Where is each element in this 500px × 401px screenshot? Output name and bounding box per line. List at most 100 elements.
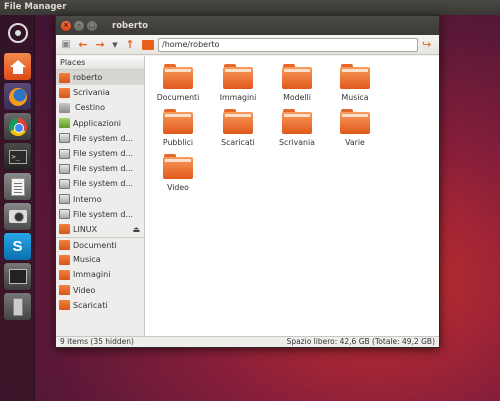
sidebar-item[interactable]: Scrivania bbox=[56, 85, 144, 100]
text-editor-icon bbox=[10, 177, 25, 196]
new-window-icon[interactable]: ▣ bbox=[59, 38, 73, 52]
sidebar-item-label: Cestino bbox=[75, 103, 105, 113]
maximize-button[interactable]: □ bbox=[87, 20, 97, 31]
sidebar-item-label: File system d... bbox=[73, 148, 134, 158]
folder-item[interactable]: Scrivania bbox=[267, 109, 327, 147]
drive-icon bbox=[59, 148, 70, 159]
launcher-camera[interactable] bbox=[4, 203, 31, 230]
places-sidebar: Places roberto Scrivania Cestino Applicazio… bbox=[56, 56, 145, 338]
drive-icon bbox=[59, 209, 70, 220]
back-arrow-icon[interactable]: ← bbox=[76, 38, 90, 52]
folder-icon bbox=[340, 64, 370, 89]
folder-item[interactable]: Scaricati bbox=[208, 109, 268, 147]
sidebar-item[interactable]: File system d... bbox=[56, 131, 144, 146]
folder-icon bbox=[59, 285, 70, 296]
folder-label: Musica bbox=[341, 93, 369, 102]
folder-icon bbox=[282, 109, 312, 134]
sidebar-item[interactable]: File system d... bbox=[56, 207, 144, 222]
go-arrow-icon[interactable]: ↪ bbox=[422, 38, 431, 51]
path-input[interactable]: /home/roberto bbox=[158, 37, 418, 52]
sidebar-item[interactable]: Interno bbox=[56, 192, 144, 207]
folder-label: Documenti bbox=[156, 93, 200, 102]
folder-item[interactable]: Documenti bbox=[148, 64, 208, 102]
sidebar-item-label: Immagini bbox=[73, 270, 111, 280]
toolbar: ▣ ← → ▼ ↑ /home/roberto ↪ bbox=[56, 35, 439, 55]
firefox-icon bbox=[8, 87, 27, 106]
folder-icon bbox=[282, 64, 312, 89]
sidebar-item-label: LINUX bbox=[73, 224, 98, 234]
drive-icon bbox=[59, 178, 70, 189]
folder-label: Varie bbox=[345, 138, 365, 147]
home-icon bbox=[9, 59, 26, 74]
folder-icon bbox=[163, 64, 193, 89]
sidebar-item-label: File system d... bbox=[73, 179, 134, 189]
sidebar-item[interactable]: Documenti bbox=[56, 237, 144, 252]
sidebar-item[interactable]: roberto bbox=[56, 70, 144, 86]
dash-button[interactable] bbox=[4, 19, 31, 46]
folder-icon bbox=[223, 64, 253, 89]
folder-icon bbox=[59, 254, 70, 265]
folder-icon bbox=[59, 224, 70, 235]
sidebar-item-label: File system d... bbox=[73, 164, 134, 174]
folder-label: Scrivania bbox=[279, 138, 315, 147]
window-title: roberto bbox=[112, 20, 148, 31]
launcher-skype[interactable]: S bbox=[4, 233, 31, 260]
sidebar-item[interactable]: Immagini bbox=[56, 267, 144, 282]
folder-label: Modelli bbox=[283, 93, 311, 102]
launcher: >_ S bbox=[0, 15, 35, 401]
folder-item[interactable]: Video bbox=[148, 154, 208, 192]
folder-label: Scaricati bbox=[221, 138, 255, 147]
folder-icon bbox=[223, 109, 253, 134]
history-dropdown-icon[interactable]: ▼ bbox=[110, 38, 120, 52]
forward-arrow-icon[interactable]: → bbox=[93, 38, 107, 52]
launcher-system-monitor[interactable] bbox=[4, 263, 31, 290]
file-view[interactable]: Documenti Immagini Modelli Musica Pubblici Sc… bbox=[145, 56, 439, 338]
folder-item[interactable]: Musica bbox=[325, 64, 385, 102]
content-area: Places roberto Scrivania Cestino Applicazio… bbox=[56, 56, 439, 338]
sidebar-item-label: Video bbox=[73, 285, 96, 295]
sidebar-item[interactable]: File system d... bbox=[56, 146, 144, 161]
sidebar-item[interactable]: File system d... bbox=[56, 161, 144, 176]
sidebar-item[interactable]: Applicazioni bbox=[56, 116, 144, 131]
top-panel: File Manager bbox=[0, 0, 500, 15]
file-manager-window: × – □ roberto ▣ ← → ▼ ↑ /home/roberto ↪ … bbox=[55, 15, 440, 348]
sidebar-item[interactable]: Scaricati bbox=[56, 298, 144, 313]
launcher-home-folder[interactable] bbox=[4, 53, 31, 80]
sidebar-item[interactable]: Cestino bbox=[56, 100, 144, 115]
sidebar-item-label: File system d... bbox=[73, 209, 134, 219]
folder-label: Video bbox=[167, 183, 189, 192]
eject-icon[interactable]: ⏏ bbox=[132, 222, 140, 237]
places-header[interactable]: Places bbox=[56, 56, 144, 70]
folder-icon bbox=[163, 154, 193, 179]
launcher-chrome[interactable] bbox=[4, 113, 31, 140]
folder-icon bbox=[59, 87, 70, 98]
app-title: File Manager bbox=[4, 2, 67, 12]
minimize-button[interactable]: – bbox=[74, 20, 84, 31]
close-button[interactable]: × bbox=[61, 20, 71, 31]
sidebar-item[interactable]: Video bbox=[56, 283, 144, 298]
window-titlebar[interactable]: × – □ roberto bbox=[56, 16, 439, 35]
launcher-firefox[interactable] bbox=[4, 83, 31, 110]
sidebar-item-label: roberto bbox=[73, 73, 103, 82]
trash-icon bbox=[59, 102, 70, 113]
sidebar-item[interactable]: LINUX ⏏ bbox=[56, 222, 144, 237]
apps-icon bbox=[59, 118, 70, 129]
launcher-usb-drive[interactable] bbox=[4, 293, 31, 320]
status-bar: 9 items (35 hidden) Spazio libero: 42,6 … bbox=[56, 336, 439, 347]
folder-item[interactable]: Modelli bbox=[267, 64, 327, 102]
sidebar-item-label: Interno bbox=[73, 194, 102, 204]
sidebar-item[interactable]: File system d... bbox=[56, 176, 144, 191]
folder-label: Immagini bbox=[219, 93, 257, 102]
folder-icon bbox=[340, 109, 370, 134]
sidebar-item[interactable]: Musica bbox=[56, 252, 144, 267]
folder-item[interactable]: Immagini bbox=[208, 64, 268, 102]
folder-icon bbox=[59, 270, 70, 281]
launcher-terminal[interactable]: >_ bbox=[4, 143, 31, 170]
ubuntu-logo-icon bbox=[7, 22, 28, 43]
folder-label: Pubblici bbox=[162, 138, 194, 147]
launcher-text-editor[interactable] bbox=[4, 173, 31, 200]
folder-item[interactable]: Pubblici bbox=[148, 109, 208, 147]
folder-item[interactable]: Varie bbox=[325, 109, 385, 147]
location-folder-icon bbox=[142, 39, 154, 50]
up-arrow-icon[interactable]: ↑ bbox=[123, 38, 137, 52]
